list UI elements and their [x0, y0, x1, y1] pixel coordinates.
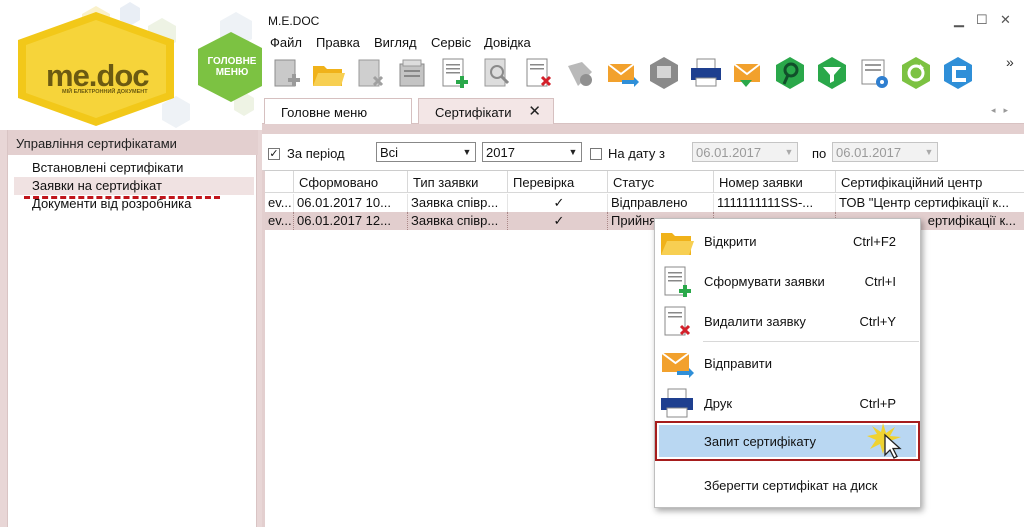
menu-edit[interactable]: Правка — [316, 35, 360, 50]
menu-item-send[interactable]: Відправити — [655, 343, 920, 383]
table-row[interactable]: ev... 06.01.2017 10... Заявка співр... ✓… — [265, 194, 1024, 212]
print-icon — [661, 388, 693, 418]
create-request-icon — [664, 266, 691, 297]
menu-item-create-requests[interactable]: Сформувати заявки Ctrl+I — [655, 261, 920, 301]
year-select[interactable]: 2017 ▼ — [482, 142, 582, 162]
window-title: M.E.DOC — [268, 14, 320, 28]
delete-request-icon — [664, 306, 691, 336]
date-from-field[interactable]: 06.01.2017 ▼ — [692, 142, 798, 162]
sidebar: Управління сертифікатами Встановлені сер… — [0, 130, 262, 527]
menu-view[interactable]: Вигляд — [374, 35, 417, 50]
filter-bar: ✓ За період Всі ▼ 2017 ▼ На дату з 06.01… — [262, 134, 1024, 170]
open-folder-icon — [661, 233, 694, 255]
home-menu-label[interactable]: ГОЛОВНЕ МЕНЮ — [202, 56, 262, 78]
logo-area: me.doc МІЙ ЕЛЕКТРОННИЙ ДОКУМЕНТ ГОЛОВНЕ … — [0, 0, 262, 130]
chevron-down-icon: ▼ — [924, 147, 934, 157]
toolbar-overflow-button[interactable]: » — [1006, 54, 1014, 70]
sidebar-item-certificate-requests[interactable]: Заявки на сертифікат — [14, 177, 254, 195]
tab-strip: Головне меню Сертифікати ✕ ◂▸ — [262, 96, 1024, 124]
menu-item-print[interactable]: Друк Ctrl+P — [655, 383, 920, 423]
find-document-icon[interactable] — [478, 54, 514, 92]
refresh-icon[interactable] — [898, 54, 934, 92]
create-request-icon[interactable] — [436, 54, 472, 92]
column-header[interactable]: Сертифікаційний центр — [835, 171, 1024, 193]
column-header[interactable]: Перевірка — [507, 171, 607, 193]
date-to-value: 06.01.2017 — [836, 145, 902, 160]
menu-separator — [703, 341, 919, 342]
period-label: За період — [287, 146, 345, 161]
context-menu: Відкрити Ctrl+F2 Сформувати заявки Ctrl+… — [654, 218, 921, 508]
column-header[interactable]: Статус — [607, 171, 713, 193]
app-root: me.doc МІЙ ЕЛЕКТРОННИЙ ДОКУМЕНТ ГОЛОВНЕ … — [0, 0, 1024, 527]
sidebar-title: Управління сертифікатами — [8, 130, 258, 155]
menu-item-save-certificate[interactable]: Зберегти сертифікат на диск — [655, 465, 920, 505]
column-header[interactable]: Тип заявки — [407, 171, 507, 193]
year-value: 2017 — [486, 145, 515, 160]
table-header: Сформовано Тип заявки Перевірка Статус Н… — [265, 171, 1024, 193]
menu-item-delete-request[interactable]: Видалити заявку Ctrl+Y — [655, 301, 920, 341]
settings-icon[interactable] — [856, 54, 892, 92]
column-header[interactable]: Номер заявки — [713, 171, 835, 193]
print-icon[interactable] — [688, 54, 724, 92]
logo-tagline: МІЙ ЕЛЕКТРОННИЙ ДОКУМЕНТ — [62, 89, 148, 95]
maximize-button[interactable]: ☐ — [976, 12, 988, 28]
sidebar-item-installed-certificates[interactable]: Встановлені сертифікати — [14, 159, 254, 177]
chevron-down-icon: ▼ — [462, 147, 472, 157]
close-window-button[interactable]: ✕ — [1000, 12, 1011, 28]
period-checkbox[interactable]: ✓ — [268, 148, 280, 160]
cursor-icon — [867, 423, 902, 459]
filter-icon[interactable] — [814, 54, 850, 92]
menu-item-open[interactable]: Відкрити Ctrl+F2 — [655, 221, 920, 261]
menu-item-request-certificate[interactable]: Запит сертифікату — [655, 423, 920, 463]
highlight-underline — [24, 196, 220, 199]
menu-file[interactable]: Файл — [270, 35, 302, 50]
certificate-icon[interactable] — [646, 54, 682, 92]
tab-close-icon[interactable]: ✕ — [528, 102, 541, 120]
date-to-field[interactable]: 06.01.2017 ▼ — [832, 142, 938, 162]
menu-service[interactable]: Сервіс — [431, 35, 471, 50]
send-icon[interactable] — [604, 54, 640, 92]
window-titlebar: M.E.DOC ▁ ☐ ✕ — [262, 10, 1024, 32]
check-icon: ✓ — [507, 212, 607, 230]
open-folder-icon[interactable] — [310, 54, 346, 92]
date-from-value: 06.01.2017 — [696, 145, 762, 160]
menu-help[interactable]: Довідка — [484, 35, 531, 50]
sign-icon[interactable] — [562, 54, 598, 92]
archive-icon[interactable] — [394, 54, 430, 92]
new-document-icon[interactable] — [268, 54, 304, 92]
medoc-icon[interactable] — [940, 54, 976, 92]
period-type-select[interactable]: Всі ▼ — [376, 142, 476, 162]
search-key-icon[interactable] — [772, 54, 808, 92]
sidebar-panel: Управління сертифікатами Встановлені сер… — [7, 130, 258, 527]
to-label: по — [812, 146, 827, 161]
on-date-checkbox[interactable] — [590, 148, 602, 160]
period-type-value: Всі — [380, 145, 399, 160]
delete-document-icon[interactable] — [352, 54, 388, 92]
tab-certificates[interactable]: Сертифікати ✕ — [418, 98, 554, 124]
chevron-down-icon: ▼ — [568, 147, 578, 157]
check-icon: ✓ — [507, 194, 607, 212]
remove-request-icon[interactable] — [520, 54, 556, 92]
tab-main-menu[interactable]: Головне меню — [264, 98, 412, 124]
tab-scroll-arrows[interactable]: ◂▸ — [991, 105, 1016, 116]
content-header-bar — [262, 124, 1024, 134]
receive-icon[interactable] — [730, 54, 766, 92]
minimize-button[interactable]: ▁ — [954, 12, 964, 28]
chevron-down-icon: ▼ — [784, 147, 794, 157]
toolbar: » — [262, 52, 1024, 94]
column-header[interactable]: Сформовано — [293, 171, 407, 193]
send-icon — [661, 352, 694, 378]
on-date-label: На дату з — [608, 146, 665, 161]
tab-certificates-label: Сертифікати — [435, 105, 512, 120]
menubar: Файл Правка Вигляд Сервіс Довідка — [262, 32, 1024, 52]
